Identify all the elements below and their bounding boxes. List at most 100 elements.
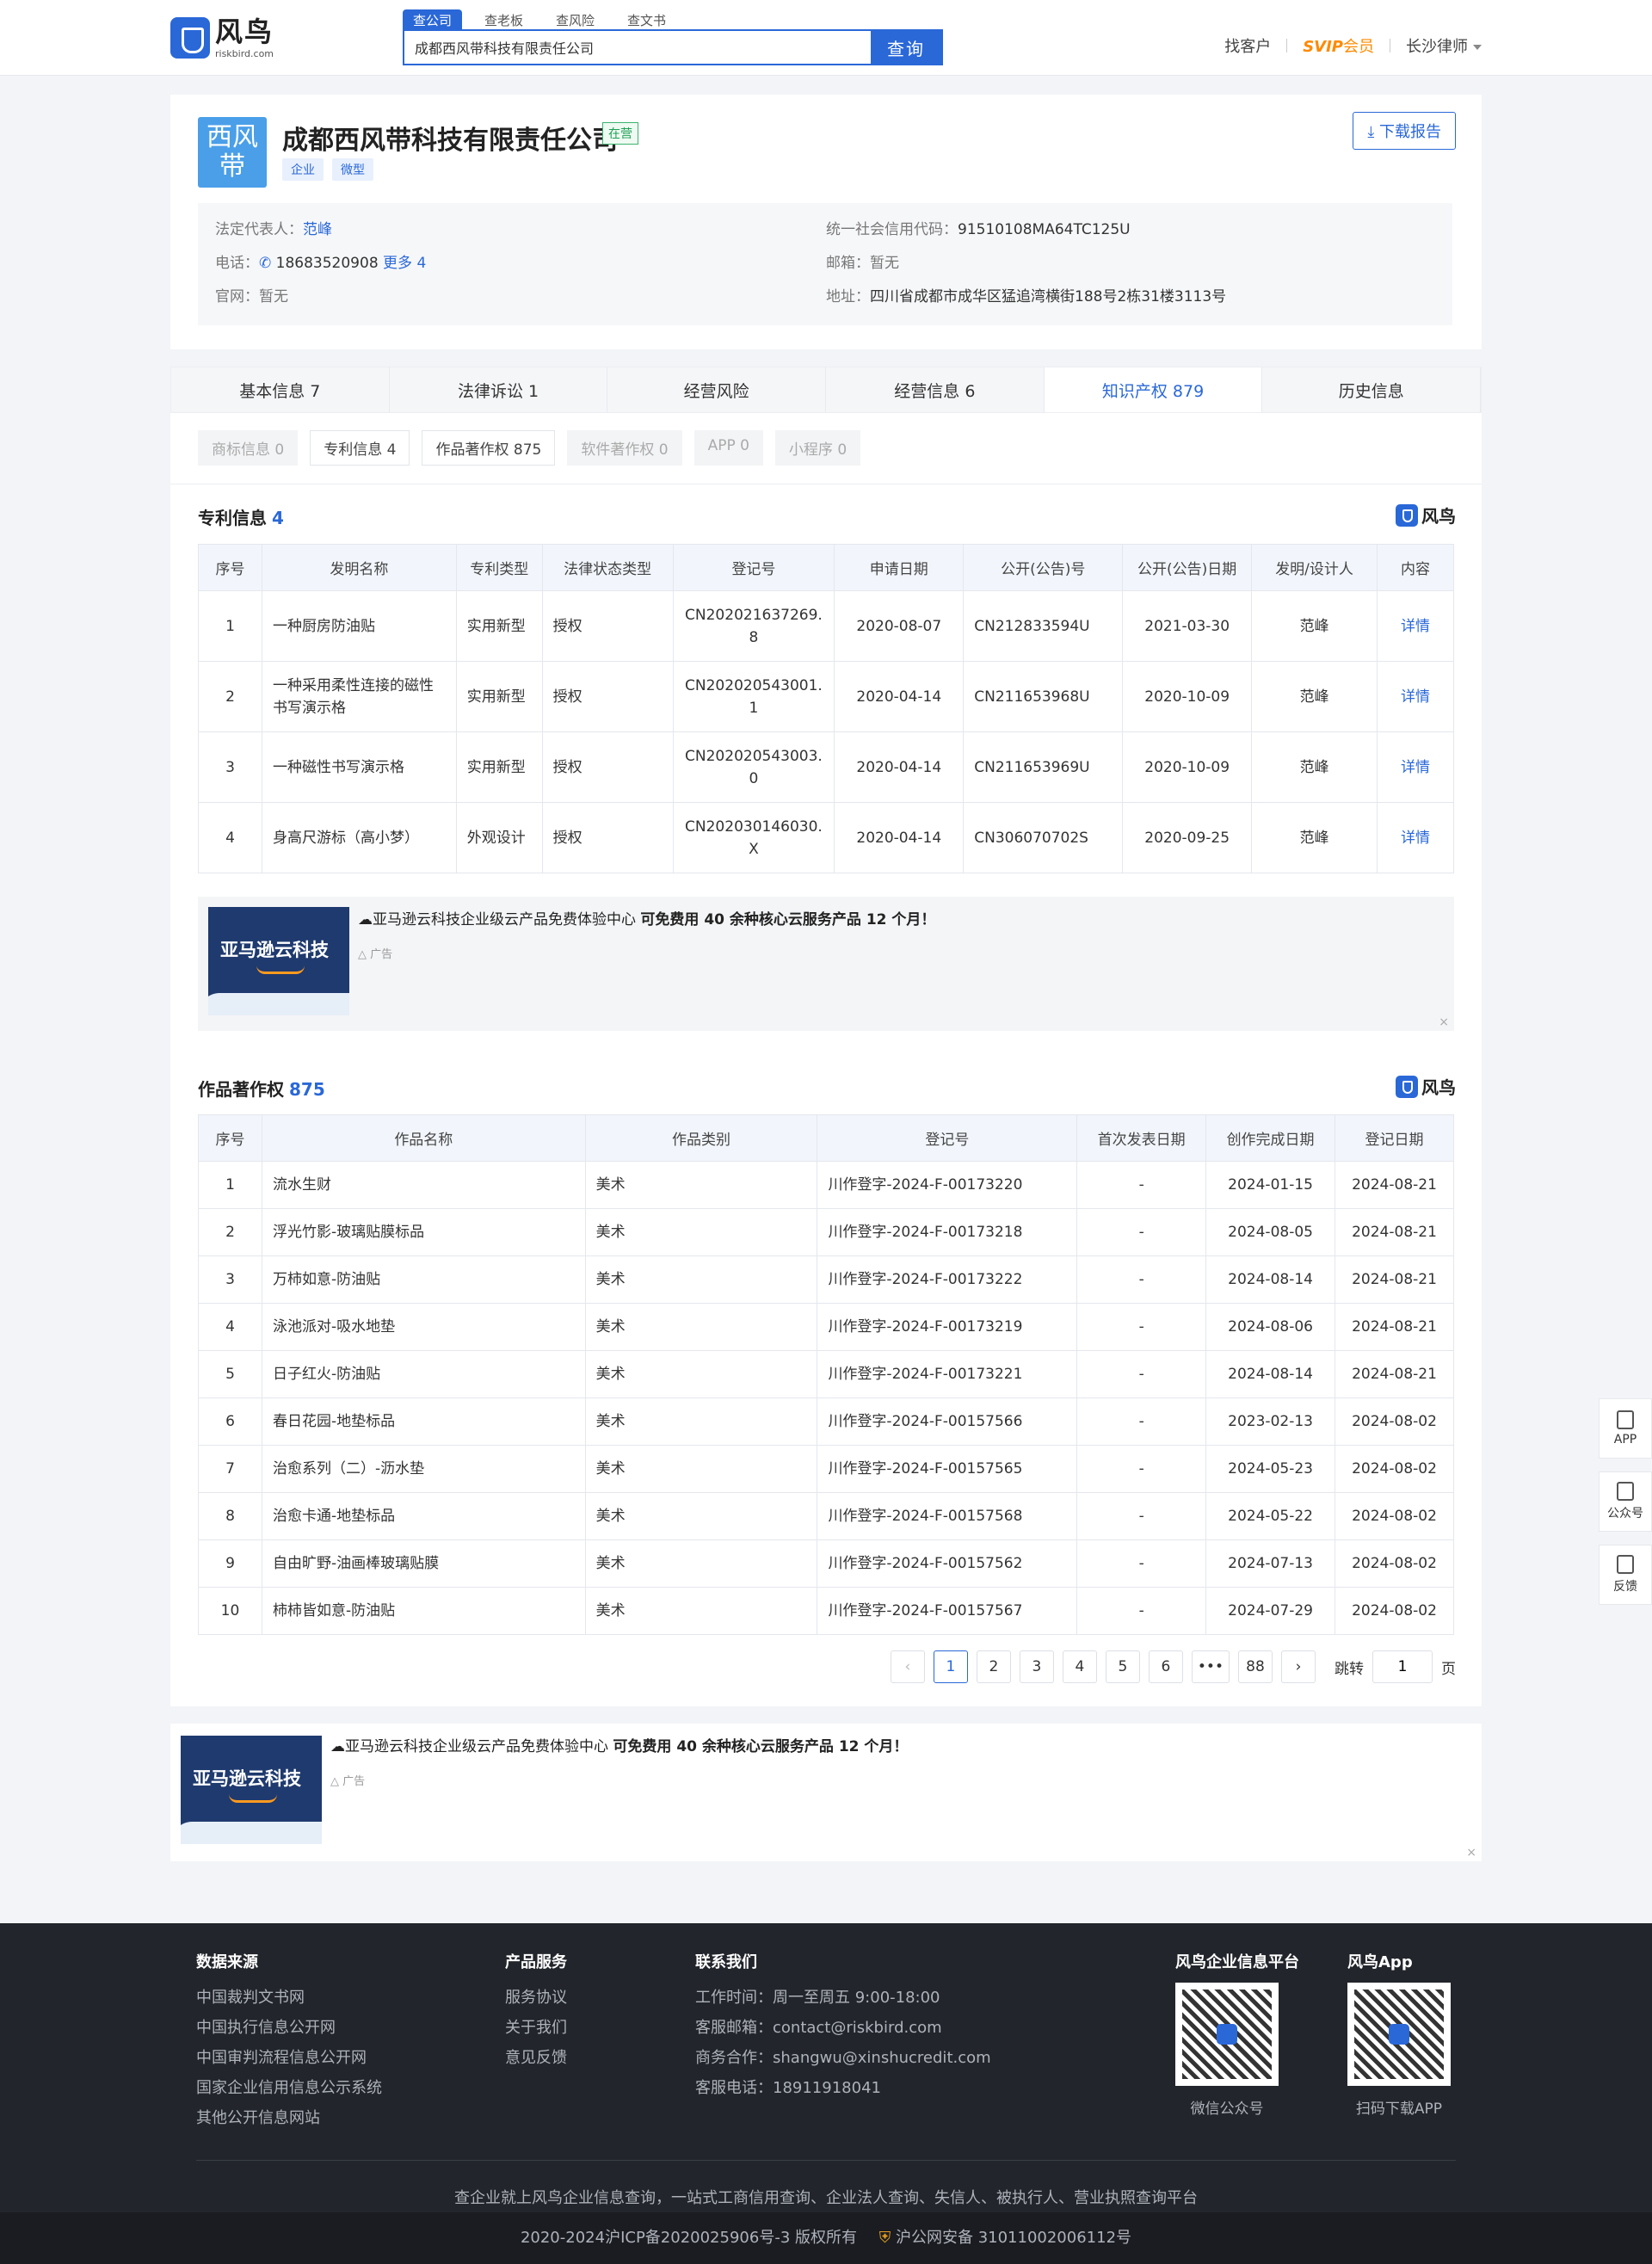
table-cell: 2020-04-14 (834, 731, 965, 803)
table-row: 2 一种采用柔性连接的磁性书写演示格 实用新型 授权 CN202020543001.1 2… (198, 661, 1454, 732)
icp-record[interactable]: 2020-2024沪ICP备2020025906号-3 版权所有 (521, 2229, 857, 2247)
page-button[interactable]: 5 (1105, 1650, 1140, 1683)
table-row: 7 治愈系列（二）-沥水垫 美术 川作登字-2024-F-00157565-2024-… (198, 1445, 1454, 1493)
table-cell: 流水生财 (261, 1161, 586, 1209)
ad-text[interactable]: ☁亚马逊云科技企业级云产品免费体验中心 可免费用 40 余种核心云服务产品 12… (358, 907, 935, 928)
svip-badge: SVIP (1303, 38, 1343, 56)
table-cell: 美术 (584, 1587, 818, 1635)
table-row: 2 浮光竹影-玻璃贴膜标品 美术 川作登字-2024-F-00173218-2024-… (198, 1208, 1454, 1256)
tab-intellectual-property[interactable]: 知识产权 879 (1044, 367, 1263, 412)
footer-link[interactable]: 意见反馈 (505, 2043, 567, 2073)
page-button[interactable]: 3 (1019, 1650, 1054, 1683)
jump-label: 跳转 (1335, 1660, 1364, 1678)
search-tab-company[interactable]: 查公司 (403, 9, 463, 31)
subtab-patent[interactable]: 专利信息 4 (310, 430, 410, 466)
works-section-title: 作品著作权 875 (198, 1076, 325, 1101)
user-menu[interactable]: 长沙律师 (1406, 34, 1482, 57)
legal-rep-link[interactable]: 范峰 (303, 221, 332, 238)
member-label: 会员 (1343, 38, 1374, 56)
riskbird-watermark: 风鸟 (1396, 503, 1456, 527)
tab-basic-info[interactable]: 基本信息 7 (171, 367, 390, 412)
page-button[interactable]: 6 (1148, 1650, 1183, 1683)
footer: 数据来源 中国裁判文书网 中国执行信息公开网 中国审判流程信息公开网 国家企业信… (0, 1923, 1652, 2264)
page-button[interactable]: 4 (1062, 1650, 1097, 1683)
footer-link[interactable]: 关于我们 (505, 2013, 567, 2043)
ad-text[interactable]: ☁亚马逊云科技企业级云产品免费体验中心 可免费用 40 余种核心云服务产品 12… (330, 1734, 908, 1755)
top-header: 风鸟 riskbird.com 查公司 查老板 查风险 查文书 查询 找客户 S… (0, 0, 1652, 76)
page-button[interactable]: 2 (976, 1650, 1011, 1683)
address-row: 地址：四川省成都市成华区猛追湾横街188号2栋31楼3113号 (826, 281, 1226, 314)
page-button[interactable]: 1 (933, 1650, 968, 1683)
table-cell: 2024-08-14 (1205, 1255, 1336, 1304)
ad-image-text: 亚马逊云科技 (220, 940, 329, 960)
table-cell: 范峰 (1251, 590, 1378, 662)
tab-history[interactable]: 历史信息 (1262, 367, 1482, 412)
detail-link[interactable]: 详情 (1377, 802, 1454, 873)
riskbird-logo-icon (1396, 503, 1418, 527)
ad-image[interactable]: 亚马逊云科技 (181, 1736, 322, 1844)
search-button[interactable]: 查询 (871, 31, 941, 64)
contact-business: 商务合作：shangwu@xinshucredit.com (695, 2049, 991, 2067)
table-cell: - (1076, 1161, 1207, 1209)
ad-text-prefix: 亚马逊云科技企业级云产品免费体验中心 (345, 1738, 608, 1755)
next-page-button[interactable]: › (1281, 1650, 1316, 1683)
table-cell: 川作登字-2024-F-00157562 (817, 1539, 1078, 1588)
tab-business-risk[interactable]: 经营风险 (607, 367, 827, 412)
search-tab-risk[interactable]: 查风险 (546, 9, 605, 31)
footer-heading: 数据来源 (196, 1953, 258, 1971)
table-cell: 2020-04-14 (834, 661, 965, 732)
ad-close-button[interactable]: × (1466, 1846, 1476, 1860)
footer-link[interactable]: 其他公开信息网站 (196, 2103, 382, 2133)
ad-image[interactable]: 亚马逊云科技 (208, 907, 349, 1015)
ad-close-button[interactable]: × (1439, 1015, 1449, 1029)
chevron-down-icon (1473, 45, 1482, 50)
table-cell: 授权 (541, 661, 674, 732)
side-feedback[interactable]: 反馈 (1599, 1545, 1652, 1605)
page-button[interactable]: 88 (1238, 1650, 1273, 1683)
search-tab-document[interactable]: 查文书 (617, 9, 676, 31)
detail-link[interactable]: 详情 (1377, 731, 1454, 803)
find-customer-link[interactable]: 找客户 (1224, 34, 1271, 57)
col-header: 作品类别 (584, 1114, 818, 1162)
detail-link[interactable]: 详情 (1377, 661, 1454, 732)
company-tag: 企业 (282, 158, 324, 181)
site-logo[interactable]: 风鸟 riskbird.com (170, 15, 274, 60)
pagination: ‹ 1 2 3 4 5 6 ••• 88 › 跳转 页 (890, 1650, 1456, 1683)
table-cell: 2024-07-29 (1205, 1587, 1336, 1635)
search-tab-boss[interactable]: 查老板 (474, 9, 533, 31)
more-phones-link[interactable]: 更多 4 (383, 255, 426, 272)
riskbird-logo-icon (1396, 1075, 1418, 1098)
tab-litigation[interactable]: 法律诉讼 1 (390, 367, 608, 412)
more-pages-button[interactable]: ••• (1191, 1650, 1230, 1683)
footer-link[interactable]: 中国审判流程信息公开网 (196, 2043, 382, 2073)
svip-member-link[interactable]: SVIP会员 (1303, 34, 1374, 57)
table-cell: 2024-08-21 (1335, 1161, 1454, 1209)
footer-contact: 联系我们 工作时间：周一至周五 9:00-18:00 客服邮箱：contact@… (695, 1947, 991, 2103)
table-cell: 治愈系列（二）-沥水垫 (261, 1445, 586, 1493)
search-input[interactable] (404, 31, 871, 64)
ad-banner-bottom[interactable]: 亚马逊云科技 ☁亚马逊云科技企业级云产品免费体验中心 可免费用 40 余种核心云… (170, 1724, 1482, 1861)
email-value: 暂无 (870, 255, 899, 272)
table-cell: 范峰 (1251, 731, 1378, 803)
footer-qr-wechat: 风鸟企业信息平台 微信公众号 (1175, 1947, 1299, 2125)
ad-banner[interactable]: 亚马逊云科技 ☁亚马逊云科技企业级云产品免费体验中心 可免费用 40 余种核心云… (198, 897, 1454, 1031)
footer-link[interactable]: 中国执行信息公开网 (196, 2013, 382, 2043)
footer-link[interactable]: 服务协议 (505, 1983, 567, 2013)
police-record[interactable]: 沪公网安备 31011002006112号 (896, 2229, 1131, 2247)
table-cell: - (1076, 1539, 1207, 1588)
table-cell: 美术 (584, 1303, 818, 1351)
subtab-work-copyright[interactable]: 作品著作权 875 (422, 430, 556, 466)
prev-page-button[interactable]: ‹ (890, 1650, 925, 1683)
side-app[interactable]: APP (1599, 1398, 1652, 1459)
tab-business-info[interactable]: 经营信息 6 (826, 367, 1045, 412)
footer-link[interactable]: 中国裁判文书网 (196, 1983, 382, 2013)
side-wechat[interactable]: 公众号 (1599, 1471, 1652, 1532)
riskbird-watermark: 风鸟 (1396, 1074, 1456, 1099)
email-row: 邮箱：暂无 (826, 247, 1226, 281)
table-cell: 3 (198, 731, 262, 803)
footer-link[interactable]: 国家企业信用信息公示系统 (196, 2073, 382, 2103)
patent-table-body: 1 一种厨房防油贴 实用新型 授权 CN202021637269.8 2020-08-07… (198, 590, 1454, 873)
detail-link[interactable]: 详情 (1377, 590, 1454, 662)
download-report-button[interactable]: ⤓ 下载报告 (1353, 112, 1456, 150)
jump-page-input[interactable] (1372, 1650, 1433, 1683)
